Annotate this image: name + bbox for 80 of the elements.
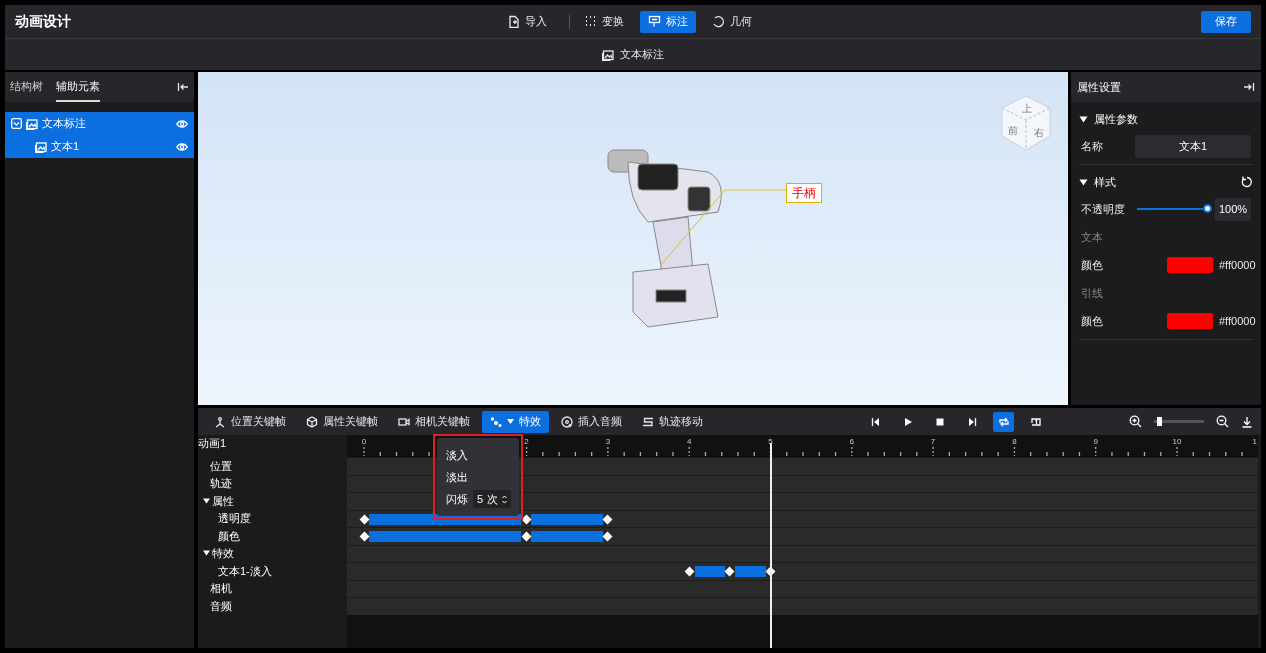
caret-icon [1079, 178, 1088, 186]
track-label: 文本1-淡入 [218, 563, 272, 579]
download-icon[interactable] [1241, 415, 1253, 428]
menu-item-label: 闪烁 [446, 491, 468, 507]
image-icon [35, 140, 47, 153]
view-cube[interactable]: 上 前 右 [1000, 94, 1052, 152]
image-icon [26, 117, 38, 130]
eye-icon[interactable] [176, 118, 188, 129]
sparkle-icon [490, 415, 502, 428]
music-disc-icon [561, 415, 573, 428]
animation-name: 动画1 [198, 436, 228, 451]
count-field[interactable]: 5 次 [473, 489, 512, 509]
playback-button[interactable] [993, 411, 1014, 432]
caret-icon [1079, 115, 1088, 123]
timeline-tool-button[interactable]: 位置关键帧 [206, 410, 294, 433]
loop-icon [997, 415, 1010, 428]
caret-icon [507, 419, 514, 424]
timeline-tool-button[interactable]: 轨迹移动 [634, 410, 711, 433]
panel-tab[interactable]: 辅助元素 [56, 71, 100, 103]
toolbar-tab[interactable]: 几何 [703, 10, 760, 33]
section-title: 属性参数 [1094, 111, 1138, 127]
path-icon [642, 415, 654, 428]
repeat-once-icon [1029, 415, 1042, 428]
timeline-tool-button[interactable]: 特效 [482, 410, 549, 433]
nodes-icon [214, 415, 226, 428]
annotation-icon [647, 15, 661, 28]
skip-back-icon [869, 415, 882, 428]
toolbar-tab[interactable]: 标注 [639, 10, 696, 33]
track-label: 位置 [210, 458, 232, 474]
tree-item[interactable]: 文本1 [5, 135, 194, 158]
playhead[interactable] [769, 443, 772, 648]
eye-icon[interactable] [176, 141, 188, 152]
timeline-tool-button[interactable]: 相机关键帧 [390, 410, 478, 433]
opacity-field[interactable]: 100% [1215, 197, 1251, 221]
tree-item-label: 文本标注 [42, 116, 86, 132]
zoom-out-icon[interactable] [1216, 415, 1229, 428]
group-heading: 引线 [1080, 285, 1104, 301]
name-field[interactable]: 文本1 [1135, 134, 1251, 158]
tree-item-label: 文本1 [51, 139, 80, 155]
zoom-in-icon[interactable] [1129, 415, 1142, 428]
section-title: 样式 [1094, 174, 1116, 190]
cube-icon [306, 415, 318, 428]
save-button[interactable]: 保存 [1201, 10, 1251, 33]
expand-icon[interactable] [1243, 81, 1255, 93]
timeline-tool-button[interactable]: 属性关键帧 [298, 410, 386, 433]
slider-thumb[interactable] [1203, 204, 1212, 213]
menu-item[interactable]: 淡出 [437, 466, 519, 488]
field-label: 不透明度 [1081, 201, 1125, 217]
track-label: 透明度 [218, 511, 251, 526]
track-label: 颜色 [218, 528, 240, 544]
group-heading: 文本 [1080, 229, 1104, 245]
zoom-slider-thumb[interactable] [1157, 417, 1162, 426]
track-label: 特效 [212, 546, 234, 561]
field-label: 名称 [1081, 138, 1103, 154]
track-label: 属性 [212, 493, 234, 509]
color-swatch[interactable] [1167, 257, 1213, 273]
field-label: 颜色 [1081, 313, 1103, 329]
video-camera-icon [398, 415, 410, 428]
reset-icon[interactable] [1241, 176, 1253, 188]
field-label: 颜色 [1081, 257, 1103, 273]
panel-title: 属性设置 [1077, 79, 1121, 95]
track-label: 轨迹 [210, 476, 232, 491]
color-swatch[interactable] [1167, 313, 1213, 329]
image-icon [602, 48, 614, 61]
toolbar-tab[interactable]: 变换 [575, 10, 632, 33]
arc-icon [711, 15, 725, 28]
collapse-icon[interactable] [177, 81, 189, 93]
timeline-tool-button[interactable]: 插入音频 [553, 410, 630, 433]
app-title: 动画设计 [15, 12, 72, 31]
tree-item[interactable]: 文本标注 [5, 112, 194, 135]
annotation-label: 手柄 [786, 183, 822, 203]
spinner-icon [502, 494, 508, 504]
track-label: 音频 [210, 598, 232, 614]
expander-icon[interactable] [11, 118, 22, 129]
transform-icon [583, 15, 597, 28]
file-import-icon [506, 15, 520, 28]
toolbar-tab[interactable]: 导入 [498, 10, 555, 33]
panel-tab[interactable]: 结构树 [10, 71, 43, 103]
subtoolbar-label: 文本标注 [620, 47, 664, 63]
track-label: 相机 [210, 581, 232, 596]
